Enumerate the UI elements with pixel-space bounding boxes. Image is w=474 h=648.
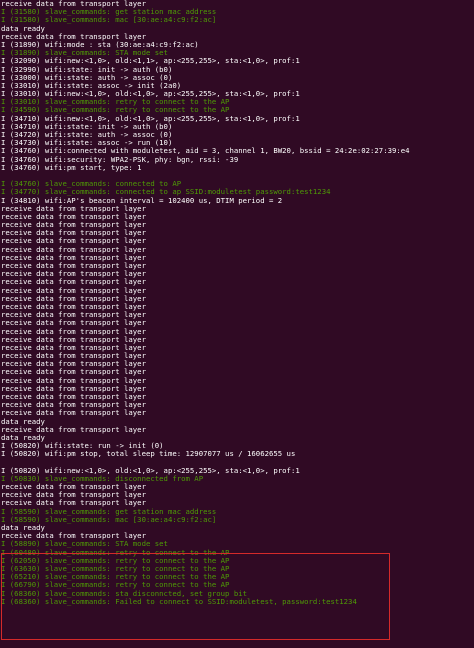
terminal-line: I (32990) wifi:state: init -> auth (b0)	[1, 65, 173, 74]
terminal-line: receive data from transport layer	[1, 368, 146, 377]
terminal-line: I (33010) wifi:state: assoc -> init (2a0…	[1, 81, 182, 90]
terminal-line: receive data from transport layer	[1, 393, 146, 401]
terminal-line: I (50820) wifi:state: run -> init (0)	[1, 442, 164, 451]
terminal-line: receive data from transport layer	[1, 245, 146, 254]
terminal-line: receive data from transport layer	[1, 294, 146, 303]
terminal-line: I (33000) wifi:state: auth -> assoc (0)	[1, 73, 173, 82]
terminal-line: receive data from transport layer	[1, 229, 146, 238]
terminal-line: receive data from transport layer	[1, 352, 146, 361]
terminal-line: I (50820) wifi:new:<1,0>, old:<1,0>, ap:…	[1, 466, 300, 475]
terminal-line: I (63630) slave_commands: retry to conne…	[1, 564, 230, 573]
terminal-line: data ready	[1, 524, 45, 532]
terminal-line: receive data from transport layer	[1, 278, 146, 287]
terminal-line: I (60480) slave_commands: retry to conne…	[1, 548, 230, 557]
terminal-line: I (34760) wifi:connected with moduletest…	[1, 147, 410, 156]
terminal-line: receive data from transport layer	[1, 204, 146, 213]
terminal-line: I (50830) slave_commands: disconnected f…	[1, 474, 204, 483]
terminal-line: receive data from transport layer	[1, 401, 146, 410]
terminal-line: I (31890) slave_commands: STA mode set	[1, 49, 168, 58]
terminal-line: receive data from transport layer	[1, 327, 146, 336]
terminal-line: receive data from transport layer	[1, 286, 146, 295]
terminal-line: receive data from transport layer	[1, 376, 146, 385]
terminal-line: I (31580) slave_commands: mac [30:ae:a4:…	[1, 16, 217, 25]
terminal-line: I (31580) slave_commands: get station ma…	[1, 8, 217, 17]
terminal-line: I (34760) wifi:security: WPA2-PSK, phy: …	[1, 155, 239, 164]
terminal-line: receive data from transport layer	[1, 360, 146, 369]
terminal-line: I (68360) slave_commands: sta disconncte…	[1, 589, 248, 598]
terminal-line: data ready	[1, 24, 45, 33]
terminal-line: receive data from transport layer	[1, 335, 146, 344]
terminal-line: receive data from transport layer	[1, 343, 146, 352]
terminal-line: receive data from transport layer	[1, 237, 146, 246]
terminal-line: I (62050) slave_commands: retry to conne…	[1, 556, 230, 565]
terminal-line: receive data from transport layer	[1, 384, 146, 393]
terminal-line: receive data from transport layer	[1, 409, 146, 418]
terminal-line: I (34710) wifi:state: init -> auth (b0)	[1, 122, 173, 131]
terminal-window[interactable]: receive data from transport layer I (3158…	[0, 0, 474, 648]
terminal-line: data ready	[1, 433, 45, 442]
terminal-line: receive data from transport layer	[1, 425, 146, 434]
terminal-line: receive data from transport layer	[1, 262, 146, 270]
terminal-line: I (68360) slave_commands: Failed to conn…	[1, 597, 357, 606]
terminal-line: I (34760) wifi:pm start, type: 1	[1, 163, 142, 172]
terminal-line: I (58590) slave_commands: get station ma…	[1, 507, 217, 516]
terminal-line: I (50820) wifi:pm stop, total sleep time…	[1, 450, 296, 459]
terminal-line: I (58590) slave_commands: mac [30:ae:a4:…	[1, 515, 217, 524]
terminal-line: I (58890) slave_commands: STA mode set	[1, 540, 168, 549]
terminal-output: receive data from transport layer I (3158…	[1, 0, 474, 606]
terminal-line: receive data from transport layer	[1, 499, 146, 508]
terminal-line: receive data from transport layer	[1, 212, 146, 221]
terminal-line: I (34710) wifi:new:<1,0>, old:<1,0>, ap:…	[1, 114, 300, 123]
terminal-line: I (34590) slave_commands: retry to conne…	[1, 106, 230, 115]
terminal-line: I (66790) slave_commands: retry to conne…	[1, 581, 230, 590]
terminal-line: I (33010) wifi:new:<1,0>, old:<1,0>, ap:…	[1, 90, 300, 99]
terminal-line: receive data from transport layer	[1, 253, 146, 262]
terminal-line: receive data from transport layer	[1, 532, 146, 541]
terminal-line: I (34720) wifi:state: auth -> assoc (0)	[1, 131, 173, 139]
terminal-line: receive data from transport layer	[1, 32, 146, 41]
terminal-line: I (34760) slave_commands: connected to A…	[1, 180, 182, 189]
terminal-line: I (32090) wifi:new:<1,0>, old:<1,1>, ap:…	[1, 57, 300, 66]
terminal-line: receive data from transport layer	[1, 302, 146, 311]
terminal-line: I (34810) wifi:AP's beacon interval = 10…	[1, 196, 283, 205]
terminal-line: I (65210) slave_commands: retry to conne…	[1, 573, 230, 582]
terminal-line: receive data from transport layer	[1, 311, 146, 320]
terminal-line: receive data from transport layer	[1, 491, 146, 500]
terminal-line: I (34730) wifi:state: assoc -> run (10)	[1, 139, 173, 148]
terminal-line: I (34770) slave_commands: connected to a…	[1, 188, 331, 197]
terminal-line: I (33010) slave_commands: retry to conne…	[1, 98, 230, 107]
terminal-line: data ready	[1, 417, 45, 426]
terminal-line: receive data from transport layer	[1, 270, 146, 279]
terminal-line: receive data from transport layer	[1, 483, 146, 492]
terminal-line: I (31890) wifi:mode : sta (30:ae:a4:c9:f…	[1, 40, 199, 49]
terminal-line: receive data from transport layer	[1, 319, 146, 328]
terminal-line: receive data from transport layer	[1, 0, 146, 8]
terminal-line: receive data from transport layer	[1, 221, 146, 230]
